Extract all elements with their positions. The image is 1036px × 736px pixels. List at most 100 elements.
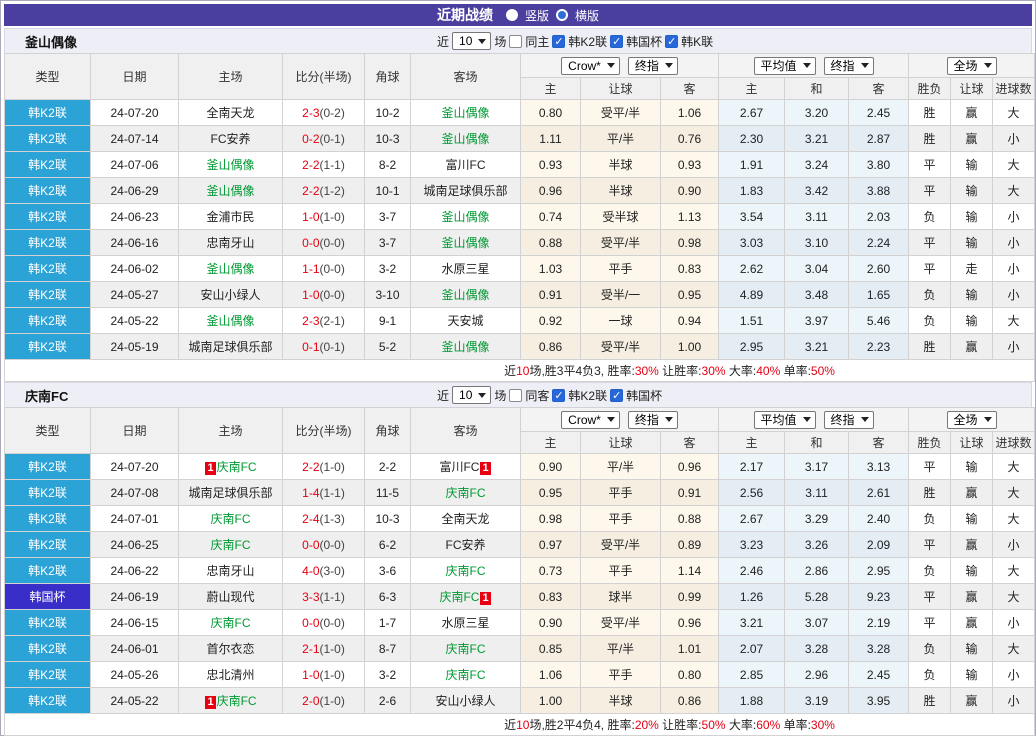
fulltime-score: 0-0 xyxy=(302,235,320,250)
league-type-cell: 韩K2联 xyxy=(4,505,91,532)
table-row: 韩K2联 24-06-02 釜山偶像 1-1(0-0) 3-2 水原三星 1.03 平手 0.8… xyxy=(4,255,1036,282)
radio-vertical-label[interactable]: 竖版 xyxy=(525,7,549,24)
result-handicap-cell: 输 xyxy=(950,505,994,532)
final-odds-select[interactable]: 终指 xyxy=(627,410,678,429)
table-row: 韩K2联 24-07-06 釜山偶像 2-2(1-1) 8-2 富川FC 0.93 半球 0.9… xyxy=(4,151,1036,178)
recent-games-select[interactable]: 10 xyxy=(452,32,492,50)
average-odds-cell: 2.60 xyxy=(848,255,910,282)
average-odds-select[interactable]: 平均值 xyxy=(753,56,816,75)
home-team: 忠南牙山 xyxy=(178,229,283,256)
away-team-name: 釜山偶像 xyxy=(441,236,490,250)
table-row: 韩K2联 24-07-08 城南足球俱乐部 1-4(1-1) 11-5 庆南FC 0.95 平… xyxy=(4,479,1036,506)
final-odds-select-2[interactable]: 终指 xyxy=(823,410,874,429)
league-checkbox-1[interactable] xyxy=(610,388,624,402)
fulltime-score: 0-0 xyxy=(302,537,320,552)
same-venue-label[interactable]: 同客 xyxy=(525,387,549,404)
home-team: 釜山偶像 xyxy=(178,177,283,204)
handicap-odds-cell: 受半球 xyxy=(580,203,661,230)
league-checkbox-label-0[interactable]: 韩K2联 xyxy=(568,33,607,50)
final-odds-select[interactable]: 终指 xyxy=(627,56,678,75)
same-venue-checkbox[interactable] xyxy=(509,388,523,402)
corner-cell: 5-2 xyxy=(364,333,411,360)
same-venue-checkbox[interactable] xyxy=(509,34,523,48)
summary-text: 近10场,胜3平4负3, 胜率:30% 让胜率:30% 大率:40% 单率:50… xyxy=(3,359,1036,382)
home-team: 庆南FC xyxy=(178,531,283,558)
dropdown-cell: 全场 xyxy=(908,407,1036,432)
crow-odds-select[interactable]: Crow* xyxy=(561,410,620,429)
away-team: 水原三星 xyxy=(410,609,521,636)
corner-cell: 10-2 xyxy=(364,99,411,126)
final-odds-select-2[interactable]: 终指 xyxy=(823,56,874,75)
result-goals-cell: 大 xyxy=(992,177,1036,204)
league-checkbox-0[interactable] xyxy=(552,388,566,402)
handicap-odds-cell: 0.88 xyxy=(520,229,581,256)
summary-segment: 让胜率: xyxy=(658,364,702,378)
match-date: 24-05-22 xyxy=(90,687,179,714)
league-checkbox-label-0[interactable]: 韩K2联 xyxy=(568,387,607,404)
score-cell: 2-3(0-2) xyxy=(282,99,365,126)
results-table-container: 类型 日期 主场 比分(半场) 角球 客场 Crow* 终指 平均值 终指 全场主让球客主和客胜负让… xyxy=(3,53,1036,382)
average-odds-cell: 3.17 xyxy=(784,453,850,480)
recent-games-select[interactable]: 10 xyxy=(452,386,492,404)
league-type-cell: 韩K2联 xyxy=(4,125,91,152)
result-handicap-cell: 输 xyxy=(950,307,994,334)
handicap-odds-cell: 0.83 xyxy=(659,255,720,282)
result-winlose-cell: 负 xyxy=(908,203,952,230)
full-match-select[interactable]: 全场 xyxy=(946,410,997,429)
radio-vertical-icon[interactable] xyxy=(505,9,518,21)
average-odds-cell: 3.07 xyxy=(784,609,850,636)
league-checkbox-label-1[interactable]: 韩国杯 xyxy=(626,33,662,50)
match-date: 24-05-27 xyxy=(90,281,179,308)
corner-cell: 8-7 xyxy=(364,635,411,662)
home-team: 蔚山现代 xyxy=(178,583,283,610)
average-odds-cell: 3.42 xyxy=(784,177,850,204)
results-table-container: 类型 日期 主场 比分(半场) 角球 客场 Crow* 终指 平均值 终指 全场主让球客主和客胜负让… xyxy=(3,407,1036,736)
result-winlose-cell: 平 xyxy=(908,151,952,178)
home-team-name: 全南天龙 xyxy=(206,106,255,120)
league-checkbox-1[interactable] xyxy=(610,34,624,48)
away-team-name: 庆南FC xyxy=(445,564,486,578)
same-venue-label[interactable]: 同主 xyxy=(525,33,549,50)
red-card-badge: 1 xyxy=(205,696,216,709)
result-goals-cell: 小 xyxy=(992,125,1036,152)
full-match-select[interactable]: 全场 xyxy=(946,56,997,75)
fulltime-score: 4-0 xyxy=(302,563,320,578)
radio-horizontal-label[interactable]: 横版 xyxy=(575,7,599,24)
result-winlose-cell: 平 xyxy=(908,177,952,204)
average-odds-select[interactable]: 平均值 xyxy=(753,410,816,429)
column-subheader: 进球数 xyxy=(992,77,1036,100)
league-checkbox-label-1[interactable]: 韩国杯 xyxy=(626,387,662,404)
league-checkbox-0[interactable] xyxy=(552,34,566,48)
league-checkbox-label-2[interactable]: 韩K联 xyxy=(681,33,713,50)
radio-horizontal-icon[interactable] xyxy=(556,9,568,21)
home-team-name: 庆南FC xyxy=(216,460,257,474)
away-team-name: 富川FC xyxy=(445,158,486,172)
table-row: 韩K2联 24-07-20 全南天龙 2-3(0-2) 10-2 釜山偶像 0.80 受平/半… xyxy=(4,99,1036,126)
handicap-odds-cell: 球半 xyxy=(580,583,661,610)
halftime-score: (1-0) xyxy=(319,641,345,656)
league-checkbox-2[interactable] xyxy=(665,34,679,48)
handicap-odds-cell: 受平/半 xyxy=(580,609,661,636)
match-date: 24-07-01 xyxy=(90,505,179,532)
corner-cell: 9-1 xyxy=(364,307,411,334)
away-team-name: 安山小绿人 xyxy=(435,694,496,708)
corner-cell: 8-2 xyxy=(364,151,411,178)
crow-odds-select[interactable]: Crow* xyxy=(561,56,620,75)
handicap-odds-cell: 平/半 xyxy=(580,125,661,152)
dropdown-cell: Crow* 终指 xyxy=(519,53,720,78)
result-goals-cell: 小 xyxy=(992,203,1036,230)
result-winlose-cell: 胜 xyxy=(908,125,952,152)
column-subheader: 胜负 xyxy=(908,431,952,454)
table-row: 韩K2联 24-07-01 庆南FC 2-4(1-3) 10-3 全南天龙 0.98 平手 0.… xyxy=(4,505,1036,532)
handicap-odds-cell: 0.89 xyxy=(659,531,720,558)
header-dropdown-row: 类型 日期 主场 比分(半场) 角球 客场 Crow* 终指 平均值 终指 全场 xyxy=(4,407,1036,454)
result-goals-cell: 大 xyxy=(992,453,1036,480)
home-team: 庆南FC xyxy=(178,609,283,636)
away-team: 釜山偶像 xyxy=(410,333,521,360)
result-goals-cell: 小 xyxy=(992,281,1036,308)
handicap-odds-cell: 0.73 xyxy=(520,557,581,584)
handicap-odds-cell: 0.93 xyxy=(659,151,720,178)
result-winlose-cell: 胜 xyxy=(908,687,952,714)
column-subheader: 和 xyxy=(784,77,850,100)
average-odds-cell: 2.45 xyxy=(848,661,910,688)
